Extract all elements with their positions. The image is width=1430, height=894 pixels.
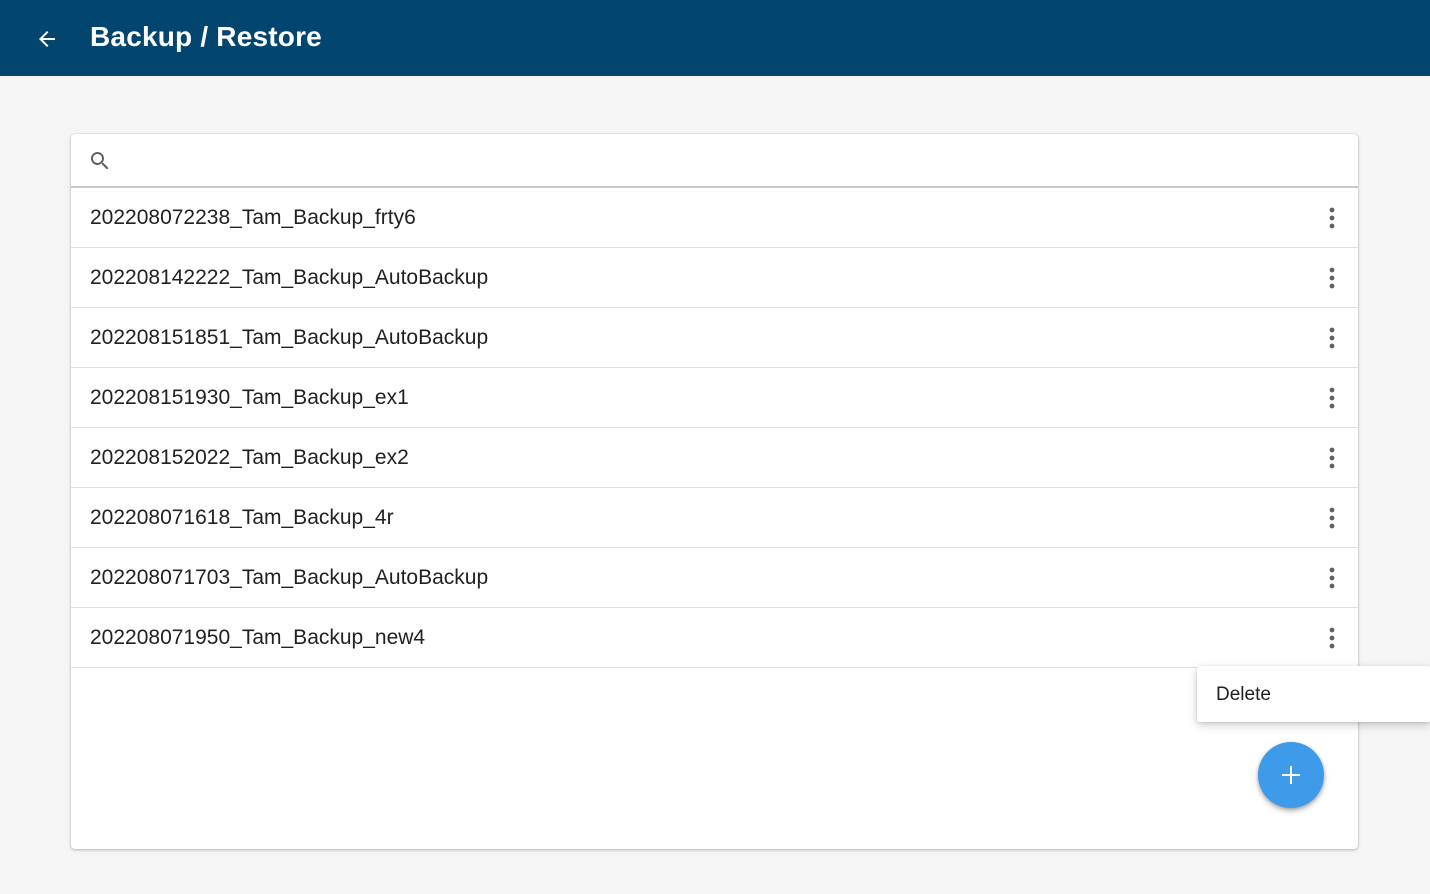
- backup-list: 202208072238_Tam_Backup_frty6 20220814222…: [71, 188, 1358, 668]
- more-vertical-icon: [1329, 567, 1335, 589]
- backup-row[interactable]: 202208071703_Tam_Backup_AutoBackup: [71, 548, 1358, 608]
- row-popup-menu: Delete: [1197, 666, 1430, 722]
- more-vertical-icon: [1329, 627, 1335, 649]
- backup-row[interactable]: 202208072238_Tam_Backup_frty6: [71, 188, 1358, 248]
- more-options-button[interactable]: [1318, 442, 1346, 474]
- more-vertical-icon: [1329, 387, 1335, 409]
- backup-name: 202208072238_Tam_Backup_frty6: [90, 206, 416, 229]
- back-button[interactable]: [30, 22, 64, 56]
- backup-row[interactable]: 202208151851_Tam_Backup_AutoBackup: [71, 308, 1358, 368]
- search-bar: [71, 134, 1358, 188]
- more-vertical-icon: [1329, 507, 1335, 529]
- backup-name: 202208071950_Tam_Backup_new4: [90, 626, 426, 649]
- menu-item-label: Delete: [1216, 684, 1271, 705]
- menu-item-delete[interactable]: Delete: [1197, 666, 1430, 722]
- add-backup-button[interactable]: [1258, 742, 1324, 808]
- backup-row[interactable]: 202208151930_Tam_Backup_ex1: [71, 368, 1358, 428]
- backup-row[interactable]: 202208142222_Tam_Backup_AutoBackup: [71, 248, 1358, 308]
- more-options-button[interactable]: [1318, 562, 1346, 594]
- backup-row[interactable]: 202208071618_Tam_Backup_4r: [71, 488, 1358, 548]
- backup-row[interactable]: 202208152022_Tam_Backup_ex2: [71, 428, 1358, 488]
- more-options-button[interactable]: [1318, 262, 1346, 294]
- more-options-button[interactable]: [1318, 322, 1346, 354]
- backup-name: 202208071703_Tam_Backup_AutoBackup: [90, 566, 489, 589]
- search-input[interactable]: [127, 142, 1331, 180]
- app-bar: Backup / Restore: [0, 0, 1430, 76]
- more-options-button[interactable]: [1318, 382, 1346, 414]
- more-options-button[interactable]: [1318, 622, 1346, 654]
- more-options-button[interactable]: [1318, 502, 1346, 534]
- more-options-button[interactable]: [1318, 202, 1346, 234]
- backup-name: 202208071618_Tam_Backup_4r: [90, 506, 394, 529]
- more-vertical-icon: [1329, 207, 1335, 229]
- backup-name: 202208151851_Tam_Backup_AutoBackup: [90, 326, 489, 349]
- page-title: Backup / Restore: [90, 21, 322, 52]
- backup-row[interactable]: 202208071950_Tam_Backup_new4: [71, 608, 1358, 668]
- arrow-left-icon: [35, 27, 59, 51]
- backup-list-card: 202208072238_Tam_Backup_frty6 20220814222…: [71, 134, 1358, 849]
- more-vertical-icon: [1329, 327, 1335, 349]
- backup-name: 202208142222_Tam_Backup_AutoBackup: [90, 266, 489, 289]
- more-vertical-icon: [1329, 447, 1335, 469]
- more-vertical-icon: [1329, 267, 1335, 289]
- backup-name: 202208152022_Tam_Backup_ex2: [90, 446, 409, 469]
- backup-name: 202208151930_Tam_Backup_ex1: [90, 386, 409, 409]
- search-icon: [88, 149, 112, 173]
